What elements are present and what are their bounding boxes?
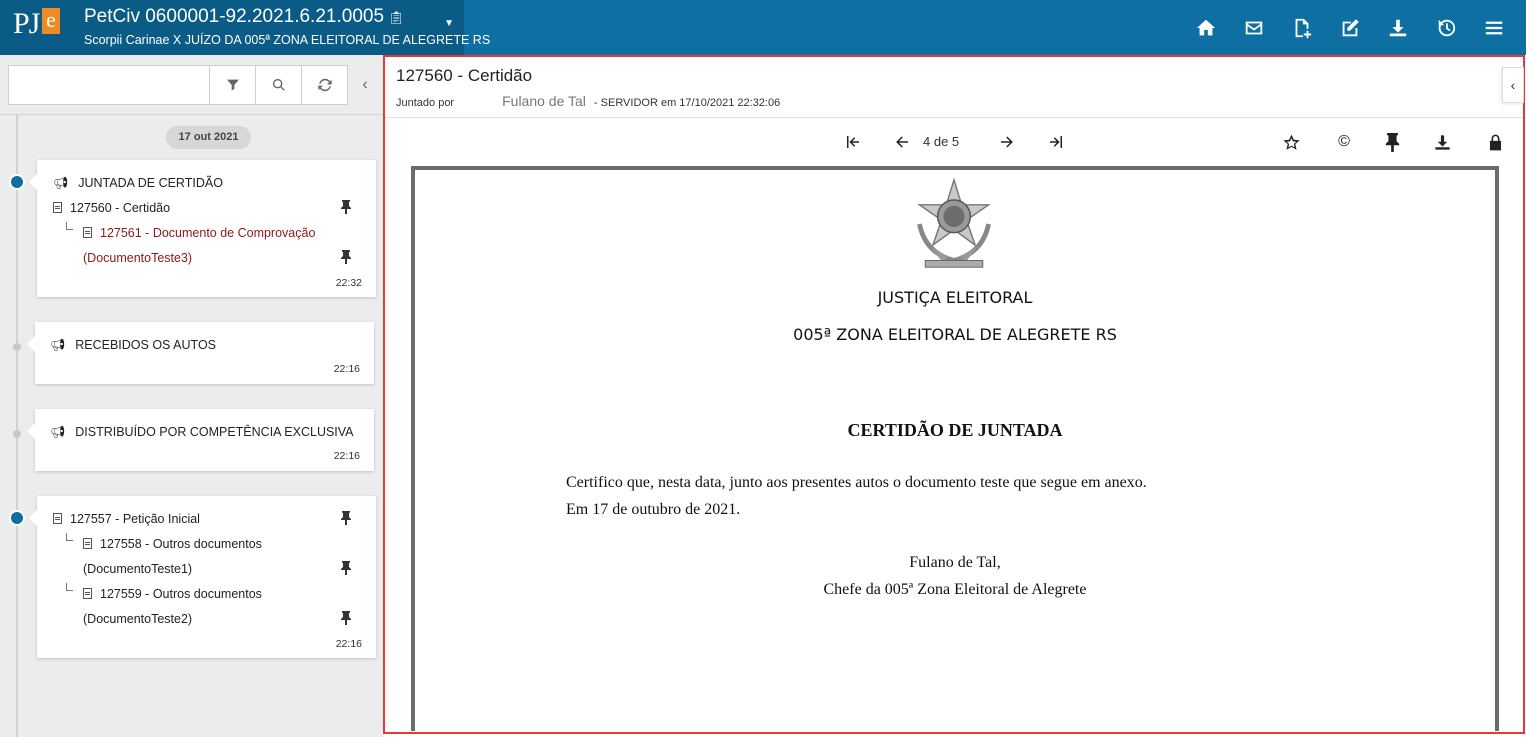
timeline-panel: ‹ 17 out 2021 📢︎ JUNTADA DE CERTIDÃO 1275…: [0, 55, 383, 737]
timeline-dot: [13, 343, 21, 351]
search-button[interactable]: [255, 66, 301, 104]
pin-icon[interactable]: [340, 200, 352, 214]
case-title: PetCiv 0600001-92.2021.6.21.0005 📋︎: [84, 6, 405, 27]
coat-of-arms-icon: [917, 177, 991, 268]
attachment-link[interactable]: 127558 - Outros documentos: [83, 537, 262, 551]
attachment-link[interactable]: 127561 - Documento de Comprovação: [83, 226, 315, 240]
document-icon: [53, 202, 62, 213]
attachment-link[interactable]: 127559 - Outros documentos: [83, 587, 262, 601]
refresh-icon: [317, 78, 332, 92]
megaphone-icon: 📢︎: [50, 338, 66, 352]
signature-role: Chefe da 005ª Zona Eleitoral de Alegrete: [823, 581, 1087, 598]
favorite-star-icon[interactable]: [1280, 131, 1302, 153]
search-input[interactable]: [9, 66, 209, 104]
previous-page-button[interactable]: [890, 131, 914, 153]
lock-icon[interactable]: [1484, 131, 1506, 153]
pdf-icon: [83, 588, 92, 599]
case-subtitle: Scorpii Carinae X JUÍZO DA 005ª ZONA ELE…: [84, 33, 491, 47]
event-time: 22:16: [333, 363, 360, 375]
timeline-event-card[interactable]: 📢︎ JUNTADA DE CERTIDÃO 127560 - Certidão …: [29, 160, 376, 297]
event-time: 22:32: [335, 277, 362, 289]
attachment-link-detail[interactable]: (DocumentoTeste3): [83, 251, 192, 265]
new-document-icon[interactable]: [1278, 13, 1326, 43]
first-page-icon: [847, 136, 859, 148]
home-icon[interactable]: [1182, 13, 1230, 43]
pin-icon[interactable]: [340, 611, 352, 625]
signature-name: Fulano de Tal,: [909, 554, 1001, 571]
refresh-button[interactable]: [301, 66, 347, 104]
search-bar: [8, 65, 348, 105]
pdf-icon: [83, 538, 92, 549]
top-bar: PJ e PetCiv 0600001-92.2021.6.21.0005 📋︎ …: [0, 0, 1526, 55]
timeline-event-card[interactable]: 127557 - Petição Inicial 127558 - Outros…: [29, 496, 376, 658]
last-page-icon: [1050, 136, 1062, 148]
certificate-date: Em 17 de outubro de 2021.: [566, 501, 741, 518]
timeline-dot: [13, 430, 21, 438]
copy-icon[interactable]: 📋︎: [388, 10, 405, 25]
last-page-button[interactable]: [1044, 131, 1068, 153]
date-badge: 17 out 2021: [166, 126, 251, 149]
case-selector[interactable]: PetCiv 0600001-92.2021.6.21.0005 📋︎ Scorp…: [72, 0, 490, 55]
attachment-link-detail[interactable]: (DocumentoTeste2): [83, 612, 192, 626]
timeline-event-card[interactable]: 📢︎ DISTRIBUÍDO POR COMPETÊNCIA EXCLUSIVA …: [27, 409, 374, 471]
document-title: 127560 - Certidão: [396, 66, 533, 85]
mail-icon[interactable]: [1230, 13, 1278, 43]
pdf-icon: [83, 227, 92, 238]
download-icon[interactable]: [1431, 131, 1453, 153]
org-line-1: JUSTIÇA ELEITORAL: [877, 288, 1033, 307]
top-toolbar: [1182, 13, 1518, 43]
event-title: 📢︎ DISTRIBUÍDO POR COMPETÊNCIA EXCLUSIVA: [50, 425, 354, 439]
timeline-event-card[interactable]: 📢︎ RECEBIDOS OS AUTOS 22:16: [27, 322, 374, 384]
filter-button[interactable]: [209, 66, 255, 104]
attachment-link-detail[interactable]: (DocumentoTeste1): [83, 562, 192, 576]
pin-icon[interactable]: [340, 561, 352, 575]
event-time: 22:16: [335, 638, 362, 650]
collapse-panel-chevron-left-icon[interactable]: ‹: [355, 75, 375, 95]
edit-icon[interactable]: [1326, 13, 1374, 43]
page-indicator: 4 de 5: [923, 134, 960, 149]
chevron-down-icon[interactable]: ▼: [444, 18, 454, 29]
pje-logo[interactable]: PJ e: [0, 0, 72, 55]
event-title: 📢︎ RECEBIDOS OS AUTOS: [50, 338, 217, 352]
pin-icon[interactable]: [1381, 131, 1403, 153]
certificate-heading: CERTIDÃO DE JUNTADA: [847, 420, 1063, 440]
menu-icon[interactable]: [1470, 13, 1518, 43]
document-link[interactable]: 127557 - Petição Inicial: [53, 512, 200, 526]
document-author: Fulano de Tal: [502, 93, 586, 109]
pin-icon[interactable]: [340, 250, 352, 264]
document-icon: [53, 513, 62, 524]
document-meta: Juntado por Fulano de Tal - SERVIDOR em 17…: [396, 93, 781, 109]
filter-icon: [226, 79, 239, 91]
megaphone-icon: 📢︎: [50, 425, 66, 439]
timeline-dot: [9, 174, 25, 190]
document-panel: 127560 - Certidão Juntado por Fulano de T…: [383, 55, 1525, 734]
first-page-button[interactable]: [841, 131, 865, 153]
timeline-line: [16, 115, 18, 737]
event-time: 22:16: [333, 450, 360, 462]
arrow-left-icon: [896, 136, 908, 148]
document-link[interactable]: 127560 - Certidão: [53, 201, 170, 215]
search-icon: [272, 79, 285, 91]
timeline-dot: [9, 510, 25, 526]
certificate-paragraph: Certifico que, nesta data, junto aos pre…: [566, 474, 1147, 491]
pin-icon[interactable]: [340, 511, 352, 525]
megaphone-icon: 📢︎: [53, 176, 69, 190]
chevron-left-icon[interactable]: ‹: [1502, 67, 1524, 103]
download-icon[interactable]: [1374, 13, 1422, 43]
arrow-right-icon: [1001, 136, 1013, 148]
next-page-button[interactable]: [995, 131, 1019, 153]
org-line-2: 005ª ZONA ELEITORAL DE ALEGRETE RS: [793, 325, 1117, 344]
copyright-icon[interactable]: ©: [1333, 131, 1355, 153]
pdf-viewer: JUSTIÇA ELEITORAL 005ª ZONA ELEITORAL DE…: [411, 166, 1499, 731]
history-icon[interactable]: [1422, 13, 1470, 43]
event-title: 📢︎ JUNTADA DE CERTIDÃO: [53, 176, 223, 190]
